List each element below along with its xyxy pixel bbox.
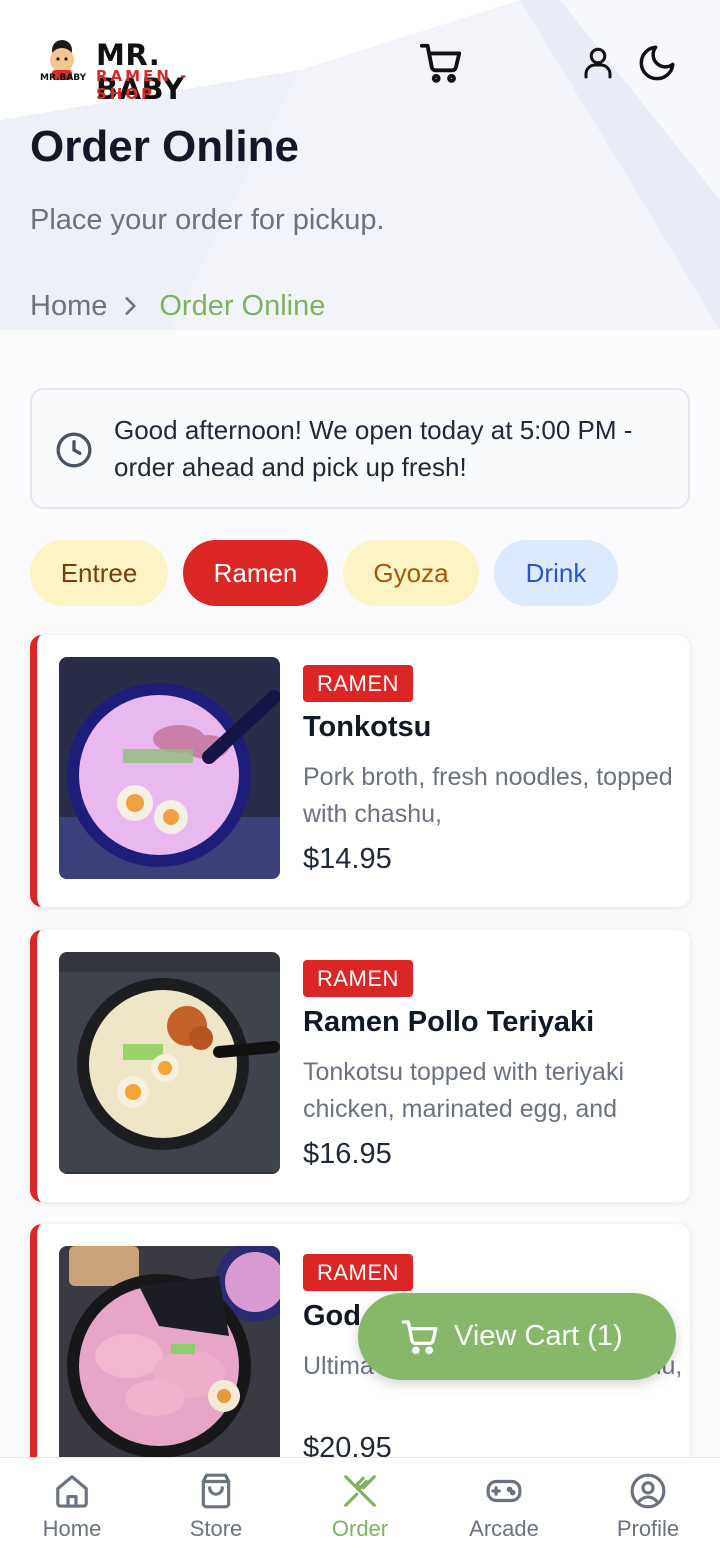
menu-item-price: $14.95 (303, 843, 392, 875)
category-pill-drink[interactable]: Drink (494, 540, 618, 606)
menu-item-price: $16.95 (303, 1138, 392, 1170)
theme-toggle-button[interactable] (634, 40, 680, 86)
mascot-logo-icon: MR.BABY (40, 40, 87, 83)
category-pill-gyoza[interactable]: Gyoza (343, 540, 479, 606)
breadcrumb-home-link[interactable]: Home (30, 290, 107, 323)
category-pill-ramen[interactable]: Ramen (183, 540, 328, 606)
chevron-right-icon (117, 292, 145, 320)
tab-store[interactable]: Store (144, 1472, 288, 1552)
tab-order[interactable]: Order (288, 1472, 432, 1552)
breadcrumb: Home Order Online (30, 288, 325, 324)
breadcrumb-current: Order Online (159, 289, 326, 322)
category-pill-entree[interactable]: Entree (30, 540, 168, 606)
tab-home[interactable]: Home (0, 1472, 144, 1552)
clock-icon (56, 432, 92, 468)
brand-logo[interactable]: MR.BABY MR. BABY RAMEN - SHOP (38, 36, 248, 106)
page-subtitle: Place your order for pickup. (30, 204, 385, 236)
tab-label: Profile (616, 1516, 680, 1541)
home-icon (56, 1475, 88, 1508)
user-circle-icon (630, 1473, 666, 1509)
view-cart-button[interactable]: View Cart (1) (358, 1293, 676, 1380)
account-button[interactable] (578, 40, 618, 84)
logo-subtitle: RAMEN - SHOP (96, 67, 190, 103)
menu-item-description: Tonkotsu topped with teriyaki chicken, m… (303, 1058, 625, 1123)
page-title: Order Online (30, 122, 299, 171)
view-cart-label: View Cart (1) (454, 1320, 623, 1352)
tab-profile[interactable]: Profile (576, 1472, 720, 1552)
tab-label: Arcade (469, 1516, 539, 1541)
menu-item-name: Ramen Pollo Teriyaki (303, 1006, 595, 1038)
tab-arcade[interactable]: Arcade (432, 1472, 576, 1552)
category-badge: RAMEN (303, 960, 413, 997)
opening-hours-notice: Good afternoon! We open today at 5:00 PM… (30, 388, 690, 509)
menu-item-name: Tonkotsu (303, 711, 432, 743)
menu-item-image (59, 657, 280, 879)
menu-item-card[interactable]: RAMEN Tonkotsu Pork broth, fresh noodles… (30, 635, 690, 907)
user-icon (584, 47, 612, 79)
notice-text: Good afternoon! We open today at 5:00 PM… (114, 415, 633, 482)
header-cart-button[interactable] (416, 38, 466, 88)
tab-label: Order (331, 1516, 389, 1541)
tab-label: Home (42, 1516, 102, 1541)
menu-item-image (59, 952, 280, 1174)
bottom-tab-bar: Home Store Order Arcade Profile (0, 1457, 720, 1558)
bag-icon (201, 1473, 231, 1509)
svg-text:MR.BABY: MR.BABY (40, 73, 87, 83)
menu-item-card[interactable]: RAMEN Ramen Pollo Teriyaki Tonkotsu topp… (30, 930, 690, 1202)
category-badge: RAMEN (303, 665, 413, 702)
cart-icon (419, 43, 462, 83)
utensils-icon (344, 1475, 376, 1507)
menu-item-description: Pork broth, fresh noodles, topped with c… (303, 763, 673, 828)
category-badge: RAMEN (303, 1254, 413, 1291)
gamepad-icon (486, 1479, 522, 1503)
top-header: MR.BABY MR. BABY RAMEN - SHOP (0, 0, 720, 120)
menu-item-image (59, 1246, 280, 1468)
tab-label: Store (189, 1516, 243, 1541)
moon-icon (639, 45, 675, 81)
cart-icon (401, 1319, 438, 1354)
